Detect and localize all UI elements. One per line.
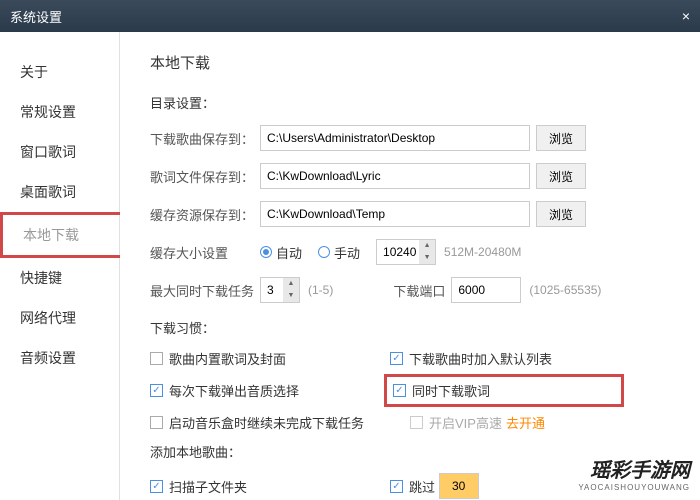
sidebar-item-network-proxy[interactable]: 网络代理 <box>0 298 119 338</box>
radio-dot-icon <box>318 246 330 258</box>
checkbox-icon: ✓ <box>150 480 163 493</box>
checkbox-icon: ✓ <box>393 384 406 397</box>
port-hint: (1025-65535) <box>529 283 601 297</box>
spinner-up-icon[interactable]: ▲ <box>419 240 435 252</box>
cache-size-hint: 512M-20480M <box>444 245 521 259</box>
sidebar-item-general[interactable]: 常规设置 <box>0 92 119 132</box>
sidebar-item-about[interactable]: 关于 <box>0 52 119 92</box>
cache-label: 缓存资源保存到： <box>150 205 260 224</box>
browse-save-button[interactable]: 浏览 <box>536 125 586 151</box>
sidebar-item-window-lyric[interactable]: 窗口歌词 <box>0 132 119 172</box>
sidebar-item-audio[interactable]: 音频设置 <box>0 338 119 378</box>
habits-title: 下载习惯： <box>150 318 670 337</box>
chk-download-lyric[interactable]: ✓同时下载歌词 <box>384 374 624 407</box>
chk-quality-popup[interactable]: ✓每次下载弹出音质选择 <box>150 378 390 403</box>
skip-input[interactable] <box>439 473 479 499</box>
save-path-input[interactable] <box>260 125 530 151</box>
lyric-label: 歌词文件保存到： <box>150 167 260 186</box>
chk-embed-lyric[interactable]: 歌曲内置歌词及封面 <box>150 349 390 368</box>
sidebar-item-local-download[interactable]: 本地下载 <box>0 212 120 258</box>
chk-vip-speed[interactable]: 开启VIP高速去开通 <box>410 413 650 432</box>
checkbox-icon <box>410 416 423 429</box>
radio-manual[interactable]: 手动 <box>318 243 360 262</box>
close-icon[interactable]: × <box>682 8 690 24</box>
browse-cache-button[interactable]: 浏览 <box>536 201 586 227</box>
spinner-up-icon[interactable]: ▲ <box>283 278 299 290</box>
sidebar-item-hotkey[interactable]: 快捷键 <box>0 258 119 298</box>
checkbox-icon: ✓ <box>390 352 403 365</box>
radio-dot-icon <box>260 246 272 258</box>
content-panel: 本地下载 目录设置： 下载歌曲保存到： 浏览 歌词文件保存到： 浏览 缓存资源保… <box>120 32 700 500</box>
port-input[interactable] <box>451 277 521 303</box>
port-label: 下载端口 <box>393 281 445 300</box>
chk-scan-subfolder[interactable]: ✓扫描子文件夹 <box>150 473 390 499</box>
checkbox-icon: ✓ <box>150 384 163 397</box>
cache-path-input[interactable] <box>260 201 530 227</box>
dir-title: 目录设置： <box>150 93 670 112</box>
spinner-down-icon[interactable]: ▼ <box>283 290 299 302</box>
vip-link[interactable]: 去开通 <box>506 413 545 432</box>
sidebar: 关于 常规设置 窗口歌词 桌面歌词 本地下载 快捷键 网络代理 音频设置 <box>0 32 120 500</box>
chk-add-default-list[interactable]: ✓下载歌曲时加入默认列表 <box>390 349 630 368</box>
sidebar-item-desktop-lyric[interactable]: 桌面歌词 <box>0 172 119 212</box>
cache-size-label: 缓存大小设置 <box>150 243 260 262</box>
section-title: 本地下载 <box>150 52 670 73</box>
checkbox-icon: ✓ <box>390 480 403 493</box>
radio-auto[interactable]: 自动 <box>260 243 302 262</box>
save-label: 下载歌曲保存到： <box>150 129 260 148</box>
lyric-path-input[interactable] <box>260 163 530 189</box>
checkbox-icon <box>150 352 163 365</box>
max-tasks-hint: (1-5) <box>308 283 333 297</box>
spinner-down-icon[interactable]: ▼ <box>419 252 435 264</box>
chk-resume-download[interactable]: 启动音乐盒时继续未完成下载任务 <box>150 413 410 432</box>
max-tasks-label: 最大同时下载任务 <box>150 281 260 300</box>
window-title: 系统设置 <box>10 7 62 26</box>
watermark: 瑶彩手游网 YAOCAISHOUYOUWANG <box>578 454 690 492</box>
browse-lyric-button[interactable]: 浏览 <box>536 163 586 189</box>
checkbox-icon <box>150 416 163 429</box>
